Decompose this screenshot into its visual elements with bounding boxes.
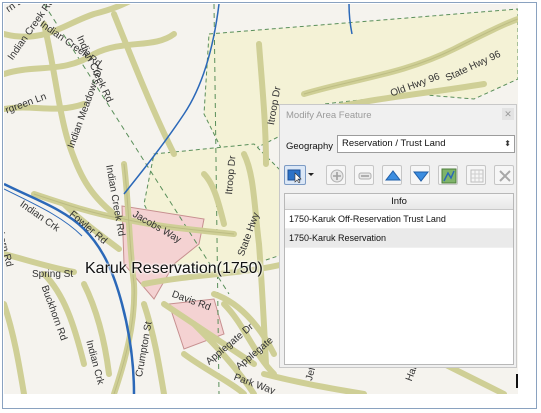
street-label: Spring St	[32, 269, 74, 280]
info-table: Info 1750-Karuk Off-Reservation Trust La…	[284, 193, 514, 365]
info-column-header[interactable]: Info	[285, 194, 513, 210]
geography-select[interactable]: Reservation / Trust Land ⬍	[337, 135, 515, 153]
geography-label: Geography	[286, 141, 334, 152]
move-down-icon	[412, 171, 430, 182]
text-cursor	[516, 374, 518, 388]
delete-icon	[499, 170, 511, 182]
close-icon[interactable]: ✕	[502, 108, 514, 120]
chevron-updown-icon: ⬍	[504, 139, 511, 148]
map-view-icon	[441, 168, 457, 184]
remove-button[interactable]	[354, 165, 374, 185]
geography-value: Reservation / Trust Land	[342, 138, 446, 149]
map-view-button[interactable]	[438, 165, 458, 185]
table-row[interactable]: 1750-Karuk Off-Reservation Trust Land	[285, 210, 513, 229]
delete-button[interactable]	[494, 165, 514, 185]
move-down-button[interactable]	[410, 165, 430, 185]
select-mode-dropdown[interactable]	[306, 165, 316, 185]
grid-icon	[470, 169, 484, 183]
add-icon	[330, 169, 344, 183]
select-feature-button[interactable]	[284, 165, 306, 185]
feature-toolbar	[284, 165, 516, 187]
add-button[interactable]	[326, 165, 346, 185]
table-row[interactable]: 1750-Karuk Reservation	[285, 229, 513, 248]
modify-area-feature-dialog: Modify Area Feature ✕ Geography Reservat…	[279, 104, 517, 368]
dialog-title: Modify Area Feature	[286, 110, 372, 121]
reservation-label: Karuk Reservation(1750)	[85, 260, 263, 277]
remove-icon	[358, 172, 372, 180]
dropdown-arrow-icon	[308, 173, 314, 176]
grid-button[interactable]	[466, 165, 486, 185]
move-up-button[interactable]	[382, 165, 402, 185]
select-feature-icon	[287, 169, 302, 183]
move-up-icon	[384, 170, 402, 181]
